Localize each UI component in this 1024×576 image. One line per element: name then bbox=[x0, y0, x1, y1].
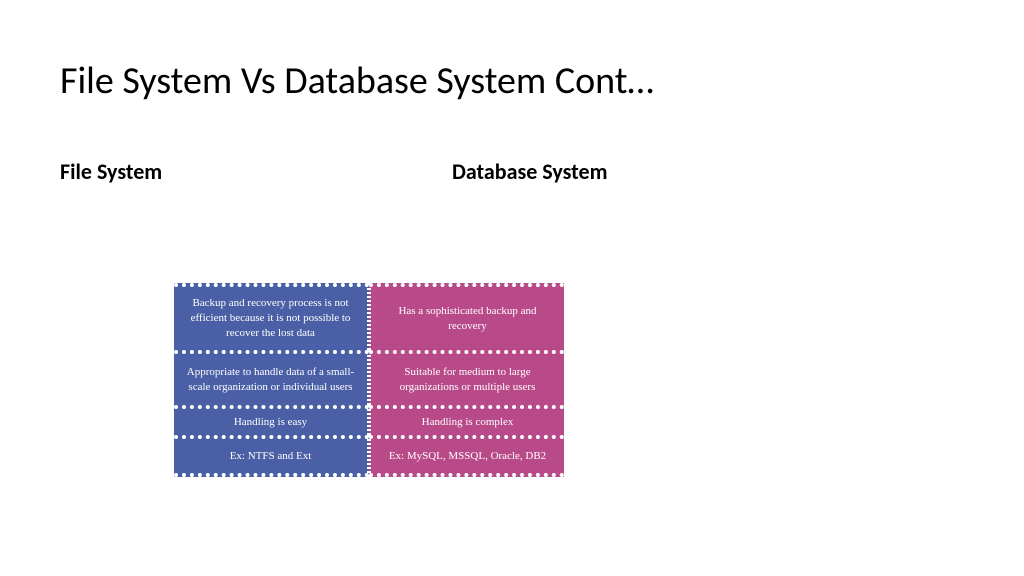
table-cell: Handling is easy bbox=[174, 405, 369, 435]
database-system-column: Has a sophisticated backup and recovery … bbox=[369, 283, 564, 477]
table-cell: Ex: MySQL, MSSQL, Oracle, DB2 bbox=[369, 435, 564, 477]
table-cell: Handling is complex bbox=[369, 405, 564, 435]
table-cell: Ex: NTFS and Ext bbox=[174, 435, 369, 477]
table-cell: Backup and recovery process is not effic… bbox=[174, 283, 369, 350]
database-system-header: Database System bbox=[452, 158, 608, 185]
table-cell: Suitable for medium to large organizatio… bbox=[369, 350, 564, 405]
slide-title: File System Vs Database System Cont… bbox=[60, 58, 654, 104]
table-cell: Appropriate to handle data of a small-sc… bbox=[174, 350, 369, 405]
file-system-column: Backup and recovery process is not effic… bbox=[174, 283, 369, 477]
table-cell: Has a sophisticated backup and recovery bbox=[369, 283, 564, 350]
comparison-table: Backup and recovery process is not effic… bbox=[174, 283, 564, 477]
file-system-header: File System bbox=[60, 158, 162, 185]
